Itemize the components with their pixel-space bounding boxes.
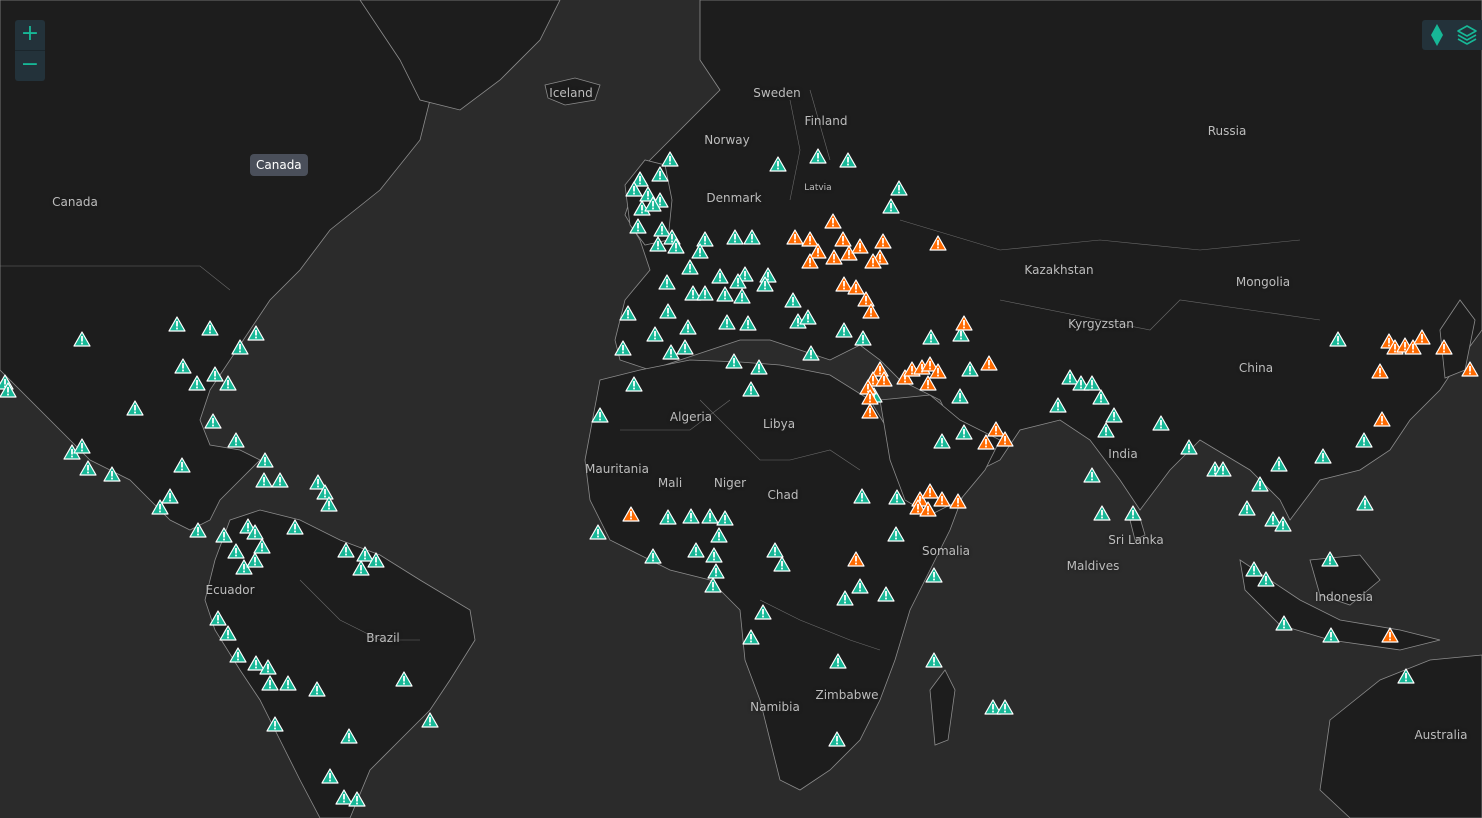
label-kyrgyzstan: Kyrgyzstan — [1068, 317, 1134, 331]
label-china: China — [1238, 361, 1274, 375]
zoom-in-button[interactable]: + — [15, 20, 45, 50]
label-sweden: Sweden — [753, 86, 801, 100]
label-india: India — [1108, 447, 1138, 461]
label-brazil: Brazil — [366, 631, 400, 645]
diamond-icon[interactable] — [1422, 20, 1452, 50]
label-zimbabwe: Zimbabwe — [815, 688, 879, 702]
label-denmark: Denmark — [706, 191, 762, 205]
country-tooltip: Canada — [250, 154, 308, 176]
zoom-control: + − — [15, 20, 45, 81]
zoom-out-button[interactable]: − — [15, 50, 45, 81]
label-libya: Libya — [762, 417, 796, 431]
label-namibia: Namibia — [750, 700, 800, 714]
label-finland: Finland — [804, 114, 848, 128]
map-controls — [1422, 20, 1482, 50]
label-australia: Australia — [1414, 728, 1468, 742]
label-ecuador: Ecuador — [205, 583, 255, 597]
label-algeria: Algeria — [669, 410, 713, 424]
label-mongolia: Mongolia — [1235, 275, 1291, 289]
label-chad: Chad — [767, 488, 799, 502]
label-iceland: Iceland — [549, 86, 593, 100]
label-canada: Canada — [52, 195, 98, 209]
label-russia: Russia — [1207, 124, 1247, 138]
label-norway: Norway — [704, 133, 750, 147]
label-mauritania: Mauritania — [585, 462, 649, 476]
label-indonesia: Indonesia — [1314, 590, 1374, 604]
label-maldives: Maldives — [1066, 559, 1120, 573]
label-niger: Niger — [713, 476, 747, 490]
world-map[interactable] — [0, 0, 1482, 818]
label-sri-lanka: Sri Lanka — [1108, 533, 1164, 547]
label-mali: Mali — [657, 476, 683, 490]
label-kazakhstan: Kazakhstan — [1024, 263, 1094, 277]
layers-icon[interactable] — [1452, 20, 1482, 50]
label-latvia: Latvia — [804, 183, 832, 193]
label-somalia: Somalia — [921, 544, 971, 558]
